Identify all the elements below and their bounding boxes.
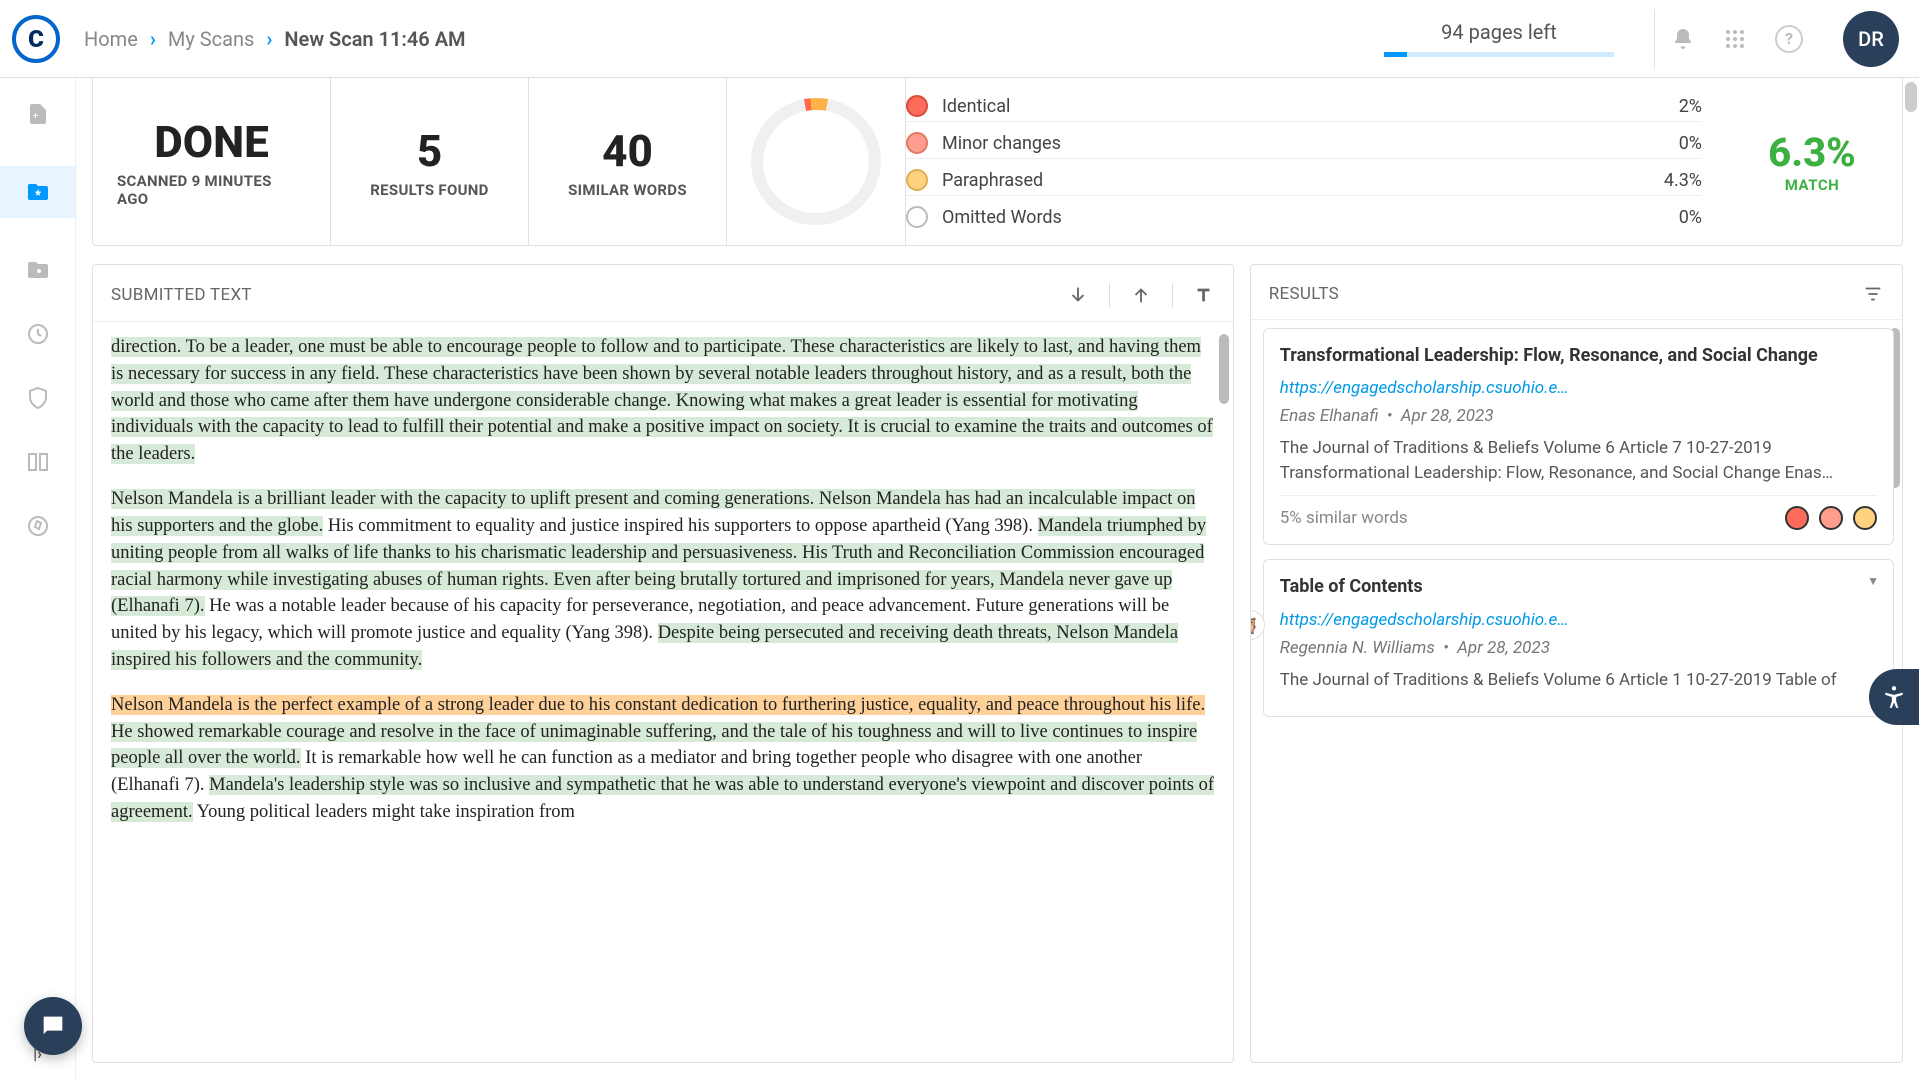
user-avatar[interactable]: DR <box>1843 11 1899 67</box>
breadcrumb-home[interactable]: Home <box>84 27 138 51</box>
legend-identical[interactable]: Identical 2% <box>906 91 1702 122</box>
match-percentage: 6.3% <box>1768 129 1856 176</box>
results-title: RESULTS <box>1269 284 1862 304</box>
stats-summary: DONE SCANNED 9 MINUTES AGO 5 RESULTS FOU… <box>92 78 1903 246</box>
bell-icon[interactable] <box>1671 27 1695 51</box>
results-count-sub: RESULTS FOUND <box>370 181 488 199</box>
chat-fab[interactable] <box>24 997 82 1055</box>
scrollbar-thumb[interactable] <box>1219 334 1229 404</box>
result-similarity: 5% similar words <box>1280 508 1785 528</box>
top-bar: C Home › My Scans › New Scan 11:46 AM 94… <box>0 0 1919 78</box>
main-scrollbar-thumb[interactable] <box>1905 82 1917 112</box>
match-label: MATCH <box>1785 176 1839 194</box>
arrow-down-icon[interactable] <box>1067 284 1089 306</box>
result-meta: Enas Elhanafi • Apr 28, 2023 <box>1280 406 1877 426</box>
filter-icon[interactable] <box>1862 283 1884 305</box>
results-count: 5 <box>417 125 442 177</box>
result-link[interactable]: https://engagedscholarship.csuohio.e… <box>1280 378 1877 398</box>
text-format-icon[interactable] <box>1193 284 1215 306</box>
chevron-right-icon: › <box>266 27 272 51</box>
match-pie-chart <box>740 87 892 236</box>
dot-identical-icon <box>906 95 928 117</box>
legend-paraphrased[interactable]: Paraphrased 4.3% <box>906 165 1702 196</box>
result-card[interactable]: ▼ Table of Contents https://engagedschol… <box>1263 559 1894 717</box>
dot-identical-icon <box>1785 506 1809 530</box>
submitted-text-body[interactable]: direction. To be a leader, one must be a… <box>93 322 1233 1062</box>
similar-words-sub: SIMILAR WORDS <box>568 181 687 199</box>
folder-star-icon[interactable] <box>26 180 50 204</box>
left-sidebar: |› <box>0 78 76 1079</box>
result-description: The Journal of Traditions & Beliefs Volu… <box>1280 436 1877 485</box>
pages-left-indicator: 94 pages left <box>1384 20 1614 57</box>
similar-words-count: 40 <box>602 125 653 177</box>
result-title: Table of Contents <box>1280 574 1877 599</box>
result-meta: Regennia N. Williams • Apr 28, 2023 <box>1280 638 1877 658</box>
legend-omitted[interactable]: Omitted Words 0% <box>906 202 1702 232</box>
scan-status: DONE <box>154 116 269 168</box>
legend-minor[interactable]: Minor changes 0% <box>906 128 1702 159</box>
result-card[interactable]: Transformational Leadership: Flow, Reson… <box>1263 328 1894 545</box>
results-body[interactable]: 🦉 Transformational Leadership: Flow, Res… <box>1251 320 1902 1062</box>
shared-folder-icon[interactable] <box>26 258 50 282</box>
submitted-text-panel: SUBMITTED TEXT direction. To be a leader… <box>92 264 1234 1063</box>
result-link[interactable]: https://engagedscholarship.csuohio.e… <box>1280 610 1877 630</box>
compass-icon[interactable] <box>26 514 50 538</box>
accessibility-fab[interactable] <box>1869 669 1919 725</box>
breadcrumb-current: New Scan 11:46 AM <box>284 27 465 51</box>
scan-status-sub: SCANNED 9 MINUTES AGO <box>117 172 306 208</box>
new-document-icon[interactable] <box>26 102 50 126</box>
dot-paraphrased-icon <box>1853 506 1877 530</box>
compare-icon[interactable] <box>26 450 50 474</box>
chevron-down-icon[interactable]: ▼ <box>1867 574 1879 588</box>
result-description: The Journal of Traditions & Beliefs Volu… <box>1280 668 1877 693</box>
breadcrumb: Home › My Scans › New Scan 11:46 AM <box>84 27 466 51</box>
dot-omitted-icon <box>906 206 928 228</box>
apps-grid-icon[interactable] <box>1723 27 1747 51</box>
svg-text:?: ? <box>1785 29 1793 48</box>
arrow-up-icon[interactable] <box>1130 284 1152 306</box>
main-content: DONE SCANNED 9 MINUTES AGO 5 RESULTS FOU… <box>76 78 1919 1079</box>
match-legend: Identical 2% Minor changes 0% Paraphrase… <box>906 78 1722 245</box>
chevron-right-icon: › <box>150 27 156 51</box>
dot-minor-icon <box>906 132 928 154</box>
breadcrumb-scans[interactable]: My Scans <box>168 27 254 51</box>
history-icon[interactable] <box>26 322 50 346</box>
results-panel: RESULTS 🦉 Transformational Leadership: F… <box>1250 264 1903 1063</box>
brand-logo[interactable]: C <box>12 15 60 63</box>
dot-paraphrased-icon <box>906 169 928 191</box>
submitted-text-title: SUBMITTED TEXT <box>111 285 1067 305</box>
shield-icon[interactable] <box>26 386 50 410</box>
result-title: Transformational Leadership: Flow, Reson… <box>1280 343 1877 368</box>
pages-left-text: 94 pages left <box>1384 20 1614 44</box>
dot-minor-icon <box>1819 506 1843 530</box>
pages-left-bar <box>1384 52 1614 57</box>
help-icon[interactable]: ? <box>1775 25 1803 53</box>
